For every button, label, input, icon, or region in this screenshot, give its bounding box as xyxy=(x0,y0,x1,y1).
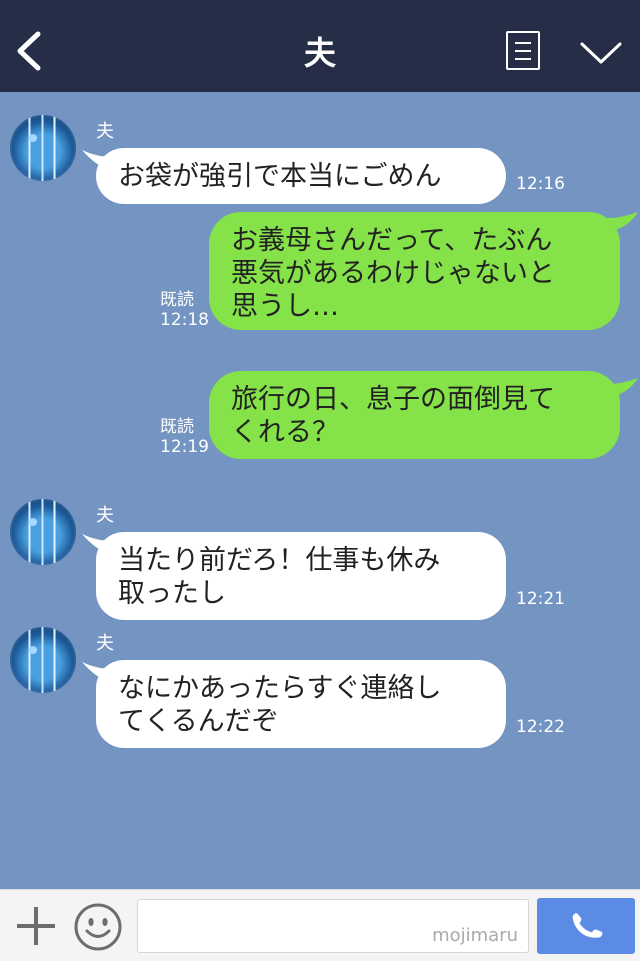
sender-name: 夫 xyxy=(96,505,114,526)
chat-title: 夫 xyxy=(303,34,336,72)
message-bubble[interactable]: なにかあったらすぐ連絡し てくるんだぞ xyxy=(96,660,506,748)
message-time: 12:16 xyxy=(516,174,565,194)
read-status: 既読 xyxy=(160,417,194,437)
plus-icon xyxy=(17,907,55,945)
message-time: 12:21 xyxy=(516,589,565,609)
message-bubble[interactable]: 旅行の日、息子の面倒見て くれる？ xyxy=(209,371,620,459)
sender-name: 夫 xyxy=(96,121,114,142)
avatar[interactable] xyxy=(10,115,76,181)
read-status: 既読 xyxy=(160,290,194,310)
menu-button[interactable] xyxy=(506,31,540,70)
message-bubble[interactable]: お義母さんだって、たぶん 悪気があるわけじゃないと 思うし… xyxy=(209,212,620,330)
chevron-down-icon xyxy=(580,42,622,64)
watermark-text: mojimaru xyxy=(432,925,518,946)
add-button[interactable] xyxy=(14,904,58,948)
phone-icon xyxy=(572,913,603,938)
avatar[interactable] xyxy=(10,499,76,565)
sticker-button[interactable] xyxy=(73,902,123,952)
sender-name: 夫 xyxy=(96,633,114,654)
collapse-button[interactable] xyxy=(578,38,624,68)
smile-icon xyxy=(74,903,122,951)
message-bubble[interactable]: 当たり前だろ！仕事も休み 取ったし xyxy=(96,532,506,620)
message-input[interactable]: mojimaru xyxy=(137,899,529,953)
chat-header: 夫 xyxy=(0,0,640,92)
avatar[interactable] xyxy=(10,627,76,693)
input-bar: mojimaru xyxy=(0,889,640,961)
message-time: 12:19 xyxy=(160,437,209,457)
message-time: 12:22 xyxy=(516,717,565,737)
message-time: 12:18 xyxy=(160,310,209,330)
chat-area[interactable]: 夫 お袋が強引で本当にごめん 12:16 お義母さんだって、たぶん 悪気があるわ… xyxy=(0,92,640,889)
message-bubble[interactable]: お袋が強引で本当にごめん xyxy=(96,148,506,204)
call-button[interactable] xyxy=(537,898,635,954)
